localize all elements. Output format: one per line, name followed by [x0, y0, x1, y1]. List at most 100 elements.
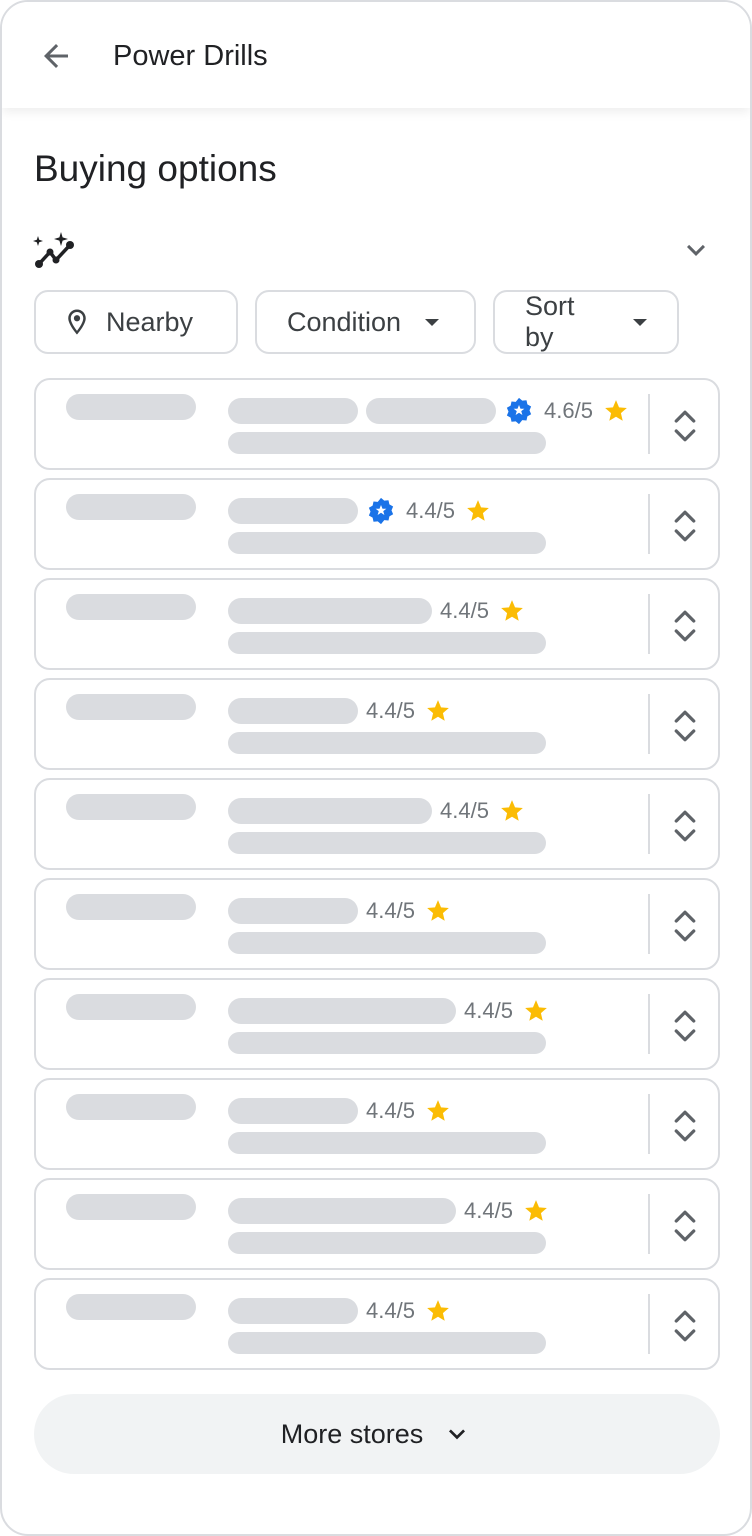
title-skeleton — [228, 498, 358, 524]
expand-offer-button[interactable] — [668, 404, 702, 448]
rating-value: 4.4/5 — [464, 998, 513, 1023]
unfold-more-icon — [674, 710, 696, 742]
unfold-more-icon — [674, 910, 696, 942]
offer-row[interactable]: 4.4/5 — [34, 578, 720, 670]
details-skeleton — [228, 1232, 546, 1254]
store-name-skeleton — [66, 1194, 196, 1220]
divider — [648, 894, 650, 954]
offer-row[interactable]: 4.4/5 — [34, 878, 720, 970]
offer-header: 4.4/5 — [228, 1198, 549, 1224]
details-skeleton — [228, 1132, 546, 1154]
title-skeleton — [228, 598, 432, 624]
divider — [648, 1094, 650, 1154]
star-icon — [427, 1100, 449, 1121]
expand-offer-button[interactable] — [668, 704, 702, 748]
store-name-skeleton — [66, 1294, 196, 1320]
star-icon — [525, 1200, 547, 1221]
divider — [648, 1194, 650, 1254]
details-skeleton — [228, 1032, 546, 1054]
more-stores-button[interactable]: More stores — [34, 1394, 720, 1474]
divider — [648, 794, 650, 854]
sparkle-trend-icon — [32, 230, 80, 270]
collapse-button[interactable] — [674, 230, 718, 270]
rating-value: 4.4/5 — [366, 1098, 415, 1123]
nearby-filter-chip[interactable]: Nearby — [34, 290, 238, 354]
unfold-more-icon — [674, 1210, 696, 1242]
verified-badge-icon — [506, 397, 532, 425]
details-skeleton — [228, 432, 546, 454]
details-skeleton — [228, 932, 546, 954]
title-skeleton — [228, 1198, 456, 1224]
condition-filter-chip[interactable]: Condition — [255, 290, 476, 354]
expand-offer-button[interactable] — [668, 904, 702, 948]
expand-offer-button[interactable] — [668, 604, 702, 648]
star-icon — [501, 600, 523, 621]
store-rating: 4.4/5 — [440, 598, 525, 624]
title-skeleton — [228, 898, 358, 924]
unfold-more-icon — [674, 810, 696, 842]
title-skeleton — [228, 798, 432, 824]
unfold-more-icon — [674, 1110, 696, 1142]
unfold-more-icon — [674, 1010, 696, 1042]
star-icon — [427, 900, 449, 921]
star-icon — [467, 500, 489, 521]
expand-offer-button[interactable] — [668, 1204, 702, 1248]
rating-value: 4.4/5 — [440, 598, 489, 623]
offer-row[interactable]: 4.4/5 — [34, 978, 720, 1070]
sort-by-label: Sort by — [525, 291, 575, 352]
offer-row[interactable]: 4.4/5 — [34, 1078, 720, 1170]
details-skeleton — [228, 1332, 546, 1354]
store-rating: 4.4/5 — [366, 698, 451, 724]
dropdown-caret-icon — [633, 318, 647, 326]
store-name-skeleton — [66, 994, 196, 1020]
sort-by-chip[interactable]: Sort by — [493, 290, 679, 354]
divider — [648, 394, 650, 454]
store-rating: 4.4/5 — [366, 898, 451, 924]
expand-offer-button[interactable] — [668, 504, 702, 548]
offer-row[interactable]: 4.4/5 — [34, 678, 720, 770]
store-rating: 4.4/5 — [440, 798, 525, 824]
offer-header: 4.4/5 — [228, 798, 525, 824]
divider — [648, 494, 650, 554]
store-name-skeleton — [66, 794, 196, 820]
expand-offer-button[interactable] — [668, 1004, 702, 1048]
expand-offer-button[interactable] — [668, 804, 702, 848]
details-skeleton — [228, 532, 546, 554]
divider — [648, 994, 650, 1054]
expand-offer-button[interactable] — [668, 1304, 702, 1348]
title-skeleton — [228, 998, 456, 1024]
unfold-more-icon — [674, 410, 696, 442]
unfold-more-icon — [674, 1310, 696, 1342]
verified-badge-icon — [368, 497, 394, 525]
app-bar: Power Drills — [2, 2, 750, 108]
nearby-label: Nearby — [106, 306, 194, 337]
back-button[interactable] — [36, 36, 76, 76]
page-title: Power Drills — [113, 40, 268, 72]
buying-options-panel: Power Drills Buying options Nearby Condi… — [0, 0, 752, 1536]
store-rating: 4.4/5 — [464, 1198, 549, 1224]
offer-row[interactable]: 4.4/5 — [34, 1178, 720, 1270]
store-name-skeleton — [66, 494, 196, 520]
details-skeleton — [228, 732, 546, 754]
store-rating: 4.4/5 — [366, 1098, 451, 1124]
rating-value: 4.4/5 — [464, 1198, 513, 1223]
offer-row[interactable]: 4.6/5 — [34, 378, 720, 470]
offer-header: 4.4/5 — [228, 1098, 451, 1124]
offer-row[interactable]: 4.4/5 — [34, 1278, 720, 1370]
expand-offer-button[interactable] — [668, 1104, 702, 1148]
offer-row[interactable]: 4.4/5 — [34, 478, 720, 570]
title-skeleton — [366, 398, 496, 424]
store-rating: 4.4/5 — [366, 496, 491, 526]
rating-value: 4.4/5 — [366, 698, 415, 723]
rating-value: 4.4/5 — [406, 498, 455, 523]
arrow-back-icon — [44, 44, 68, 68]
offer-header: 4.4/5 — [228, 898, 451, 924]
dropdown-caret-icon — [425, 318, 440, 326]
divider — [648, 1294, 650, 1354]
unfold-more-icon — [674, 610, 696, 642]
chevron-down-icon — [687, 244, 705, 256]
filter-chips: Nearby Condition Sort by — [34, 290, 679, 354]
star-icon — [427, 700, 449, 721]
offer-row[interactable]: 4.4/5 — [34, 778, 720, 870]
offer-header: 4.4/5 — [228, 1298, 451, 1324]
